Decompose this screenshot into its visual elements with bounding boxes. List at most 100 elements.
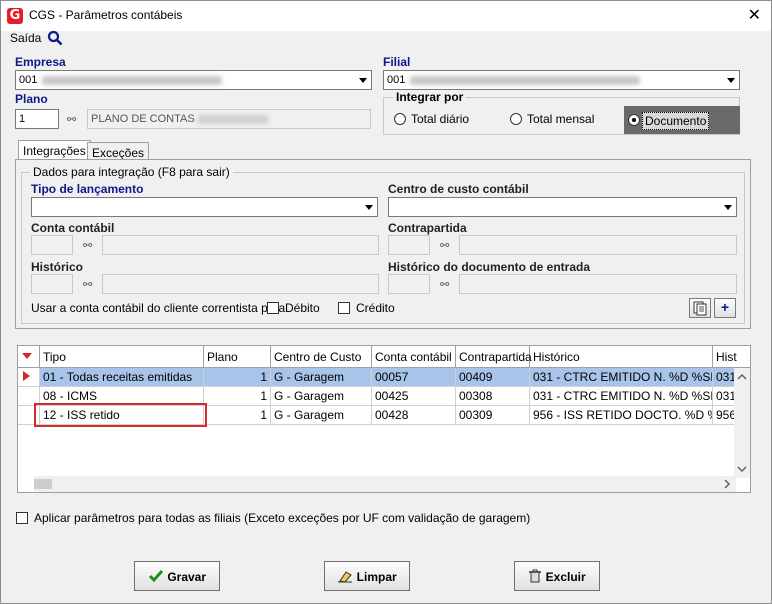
cell-conta: 00425 xyxy=(372,387,456,405)
conta-description xyxy=(102,235,379,255)
excluir-content: Excluir xyxy=(515,569,599,584)
hist-doc-description xyxy=(459,274,737,294)
dialog-window: G CGS - Parâmetros contábeis ✕ Saída Emp… xyxy=(0,0,772,604)
centro-select[interactable] xyxy=(388,197,737,217)
plano-desc-text: PLANO DE CONTAS xyxy=(91,113,195,125)
table-row[interactable]: 01 - Todas receitas emitidas 1 G - Garag… xyxy=(18,368,736,387)
vertical-scrollbar[interactable] xyxy=(734,368,750,478)
binoculars-icon[interactable]: ⚯ xyxy=(83,239,92,252)
horizontal-scrollbar[interactable] xyxy=(34,476,736,492)
col-conta[interactable]: Conta contábil xyxy=(372,346,456,367)
debito-label: Débito xyxy=(285,301,320,315)
radio-documento[interactable] xyxy=(628,114,640,126)
cell-conta: 00057 xyxy=(372,368,456,386)
search-icon[interactable] xyxy=(47,30,63,46)
col-hist[interactable]: Hist xyxy=(713,346,743,367)
empresa-select[interactable]: 001 xyxy=(15,70,372,90)
binoculars-icon[interactable]: ⚯ xyxy=(83,278,92,291)
integrar-title: Integrar por xyxy=(393,90,467,104)
tipo-label: Tipo de lançamento xyxy=(31,182,144,196)
radio-total-diario-label: Total diário xyxy=(411,112,470,126)
integrar-group: Integrar por Total diário Total mensal D… xyxy=(383,90,740,135)
plano-input[interactable]: 1 xyxy=(15,109,59,129)
grid-header: Tipo Plano Centro de Custo Conta contábi… xyxy=(18,346,750,368)
check-icon xyxy=(148,570,164,583)
col-tipo[interactable]: Tipo xyxy=(40,346,204,367)
historico-label: Histórico xyxy=(31,260,84,274)
aplicar-checkbox[interactable] xyxy=(16,512,28,524)
window-title: CGS - Parâmetros contábeis xyxy=(29,8,183,22)
radio-total-diario[interactable] xyxy=(394,113,406,125)
highlight-box xyxy=(34,403,207,427)
tipo-select[interactable] xyxy=(31,197,378,217)
conta-label: Conta contábil xyxy=(31,221,115,235)
title-bar: G CGS - Parâmetros contábeis ✕ xyxy=(1,1,771,31)
centro-label: Centro de custo contábil xyxy=(388,182,529,196)
conta-input[interactable] xyxy=(31,235,73,255)
empresa-value: 001 xyxy=(19,74,38,86)
binoculars-icon[interactable]: ⚯ xyxy=(440,278,449,291)
cell-centro: G - Garagem xyxy=(271,368,372,386)
cell-contrapartida: 00309 xyxy=(456,406,530,424)
credito-label: Crédito xyxy=(356,301,395,315)
cell-plano: 1 xyxy=(204,368,271,386)
plano-label: Plano xyxy=(15,92,48,106)
current-row-icon xyxy=(23,371,30,381)
limpar-button[interactable]: Limpar xyxy=(324,561,410,591)
redacted-text xyxy=(198,115,268,124)
row-indicator xyxy=(18,368,40,386)
col-contrapartida[interactable]: Contrapartida xyxy=(456,346,532,367)
scroll-down-icon[interactable] xyxy=(734,462,750,476)
copy-button[interactable] xyxy=(689,298,711,318)
excluir-button[interactable]: Excluir xyxy=(514,561,600,591)
header-indicator xyxy=(18,346,40,367)
chevron-down-icon[interactable] xyxy=(722,71,739,89)
cell-tipo: 01 - Todas receitas emitidas xyxy=(40,368,204,386)
radio-total-mensal[interactable] xyxy=(510,113,522,125)
dados-title: Dados para integração (F8 para sair) xyxy=(30,165,233,179)
aplicar-label: Aplicar parâmetros para todas as filiais… xyxy=(34,511,531,525)
historico-description xyxy=(102,274,379,294)
gravar-content: Gravar xyxy=(135,569,219,584)
radio-documento-label: Documento xyxy=(642,112,710,130)
excluir-label: Excluir xyxy=(545,570,586,584)
chevron-down-icon[interactable] xyxy=(719,198,736,216)
hist-doc-label: Histórico do documento de entrada xyxy=(388,260,591,274)
col-plano[interactable]: Plano xyxy=(204,346,271,367)
usar-conta-label: Usar a conta contábil do cliente corrent… xyxy=(31,301,286,315)
add-button[interactable]: + xyxy=(714,298,736,318)
close-icon[interactable]: ✕ xyxy=(748,5,761,24)
filial-value: 001 xyxy=(387,74,406,86)
menu-saida[interactable]: Saída xyxy=(10,31,41,45)
menu-bar: Saída xyxy=(1,30,771,49)
gravar-button[interactable]: Gravar xyxy=(134,561,220,591)
redacted-text xyxy=(410,76,640,85)
app-logo-icon: G xyxy=(7,8,23,24)
contrapartida-label: Contrapartida xyxy=(388,221,467,235)
cell-centro: G - Garagem xyxy=(271,387,372,405)
contrapartida-input[interactable] xyxy=(388,235,430,255)
debito-checkbox[interactable] xyxy=(267,302,279,314)
cell-hist: 956 xyxy=(716,408,736,422)
limpar-content: Limpar xyxy=(325,569,409,584)
cell-conta: 00428 xyxy=(372,406,456,424)
credito-checkbox[interactable] xyxy=(338,302,350,314)
gravar-label: Gravar xyxy=(167,570,207,584)
chevron-down-icon[interactable] xyxy=(354,71,371,89)
filial-select[interactable]: 001 xyxy=(383,70,740,90)
historico-input[interactable] xyxy=(31,274,73,294)
scroll-thumb[interactable] xyxy=(34,479,52,489)
binoculars-icon[interactable]: ⚯ xyxy=(67,113,76,126)
chevron-down-icon[interactable] xyxy=(360,198,377,216)
hist-doc-input[interactable] xyxy=(388,274,430,294)
scroll-up-icon[interactable] xyxy=(734,370,750,384)
col-historico[interactable]: Histórico xyxy=(530,346,713,367)
cell-centro: G - Garagem xyxy=(271,406,372,424)
cell-historico: 031 - CTRC EMITIDO N. %D %SD xyxy=(530,387,713,405)
scroll-right-icon[interactable] xyxy=(720,476,734,492)
contrapartida-description xyxy=(459,235,737,255)
radio-documento-highlight[interactable]: Documento xyxy=(624,106,740,134)
col-centro[interactable]: Centro de Custo xyxy=(271,346,372,367)
cell-hist: 031 xyxy=(713,368,736,386)
binoculars-icon[interactable]: ⚯ xyxy=(440,239,449,252)
